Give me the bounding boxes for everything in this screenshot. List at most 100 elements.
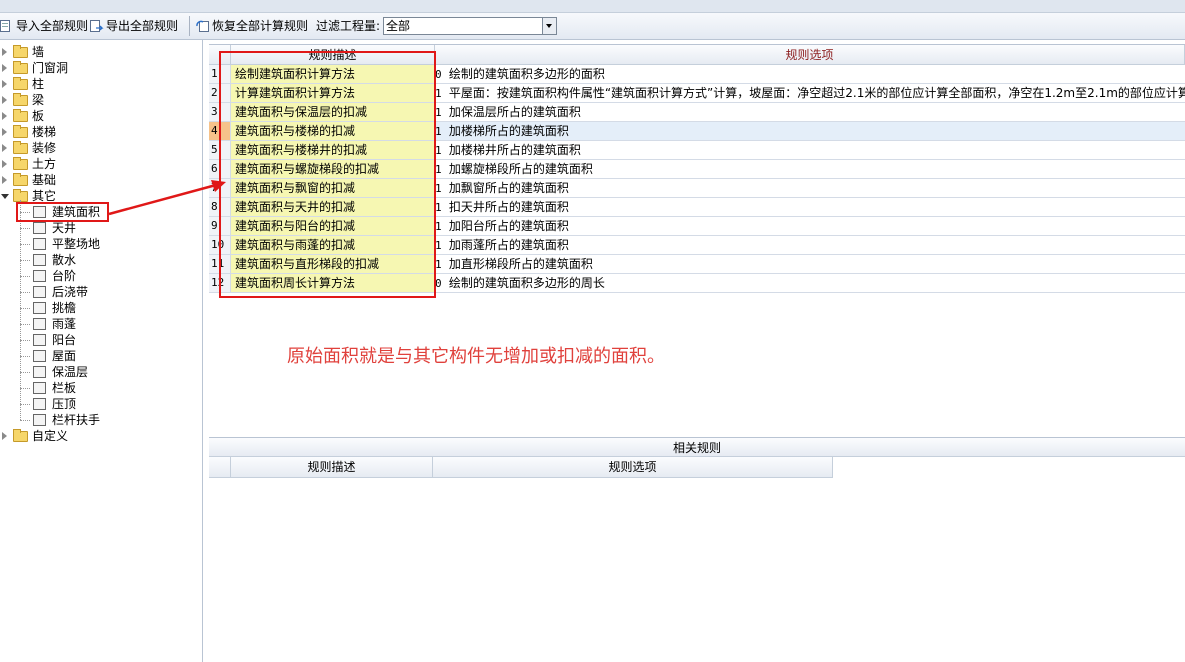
tree-folder[interactable]: 楼梯 — [0, 124, 200, 140]
expand-toggle-icon[interactable] — [1, 128, 9, 136]
rule-description-cell[interactable]: 建筑面积与雨蓬的扣减 — [231, 236, 435, 254]
table-row[interactable]: 1 绘制建筑面积计算方法 0 绘制的建筑面积多边形的面积 — [209, 65, 1185, 84]
table-row[interactable]: 10 建筑面积与雨蓬的扣减 1 加雨蓬所占的建筑面积 — [209, 236, 1185, 255]
rule-description-cell[interactable]: 建筑面积周长计算方法 — [231, 274, 435, 292]
table-row[interactable]: 3 建筑面积与保温层的扣减 1 加保温层所占的建筑面积 — [209, 103, 1185, 122]
rule-option-cell[interactable]: 1 平屋面：按建筑面积构件属性“建筑面积计算方式”计算，坡屋面：净空超过2.1米… — [435, 84, 1185, 102]
tree-guide-line — [20, 340, 30, 341]
tree-folder[interactable]: 板 — [0, 108, 200, 124]
table-row[interactable]: 7 建筑面积与飘窗的扣减 1 加飘窗所占的建筑面积 — [209, 179, 1185, 198]
related-options-header[interactable]: 规则选项 — [433, 457, 833, 478]
tree-node[interactable]: 平整场地 — [0, 236, 200, 252]
rule-description-cell[interactable]: 建筑面积与天井的扣减 — [231, 198, 435, 216]
rule-description-cell[interactable]: 绘制建筑面积计算方法 — [231, 65, 435, 83]
table-row[interactable]: 12 建筑面积周长计算方法 0 绘制的建筑面积多边形的周长 — [209, 274, 1185, 293]
rule-description-cell[interactable]: 建筑面积与保温层的扣减 — [231, 103, 435, 121]
table-row[interactable]: 9 建筑面积与阳台的扣减 1 加阳台所占的建筑面积 — [209, 217, 1185, 236]
row-number: 12 — [209, 274, 231, 292]
tree-node[interactable]: 阳台 — [0, 332, 200, 348]
import-all-rules-button[interactable]: 导入全部规则 — [0, 17, 88, 35]
tree-node[interactable]: 保温层 — [0, 364, 200, 380]
expand-toggle-icon[interactable] — [1, 96, 9, 104]
rule-option-text: 绘制的建筑面积多边形的面积 — [448, 67, 605, 81]
rule-option-cell[interactable]: 1 加飘窗所占的建筑面积 — [435, 179, 1185, 197]
tree-node[interactable]: 压顶 — [0, 396, 200, 412]
tree-folder[interactable]: 装修 — [0, 140, 200, 156]
tree-node[interactable]: 天井 — [0, 220, 200, 236]
tree-folder[interactable]: 门窗洞 — [0, 60, 200, 76]
export-all-rules-button[interactable]: 导出全部规则 — [90, 17, 178, 35]
rule-option-cell[interactable]: 1 加楼梯井所占的建筑面积 — [435, 141, 1185, 159]
rule-option-text: 加楼梯井所占的建筑面积 — [448, 143, 581, 157]
expand-toggle-icon[interactable] — [1, 80, 9, 88]
eave-icon — [33, 302, 46, 314]
tree-node-label: 阳台 — [52, 333, 77, 347]
table-row[interactable]: 4 建筑面积与楼梯的扣减 1 加楼梯所占的建筑面积 — [209, 122, 1185, 141]
rule-description-cell[interactable]: 建筑面积与阳台的扣减 — [231, 217, 435, 235]
related-row-number-header — [209, 457, 231, 478]
rule-option-cell[interactable]: 0 绘制的建筑面积多边形的周长 — [435, 274, 1185, 292]
chevron-down-icon[interactable] — [542, 18, 556, 34]
tree-folder[interactable]: 墙 — [0, 44, 200, 60]
rule-option-cell[interactable]: 0 绘制的建筑面积多边形的面积 — [435, 65, 1185, 83]
expand-toggle-icon[interactable] — [1, 48, 9, 56]
row-number-header — [209, 45, 231, 65]
related-description-header[interactable]: 规则描述 — [231, 457, 433, 478]
tree-node[interactable]: 后浇带 — [0, 284, 200, 300]
expand-toggle-icon[interactable] — [1, 144, 9, 152]
tree-node[interactable]: 散水 — [0, 252, 200, 268]
rule-option-cell[interactable]: 1 加楼梯所占的建筑面积 — [435, 122, 1185, 140]
tree-node[interactable]: 栏杆扶手 — [0, 412, 200, 428]
rule-description-cell[interactable]: 建筑面积与螺旋梯段的扣减 — [231, 160, 435, 178]
expand-toggle-icon[interactable] — [1, 112, 9, 120]
rule-description-cell[interactable]: 建筑面积与飘窗的扣减 — [231, 179, 435, 197]
tree-node-label: 屋面 — [52, 349, 77, 363]
row-number: 1 — [209, 65, 231, 83]
expand-toggle-icon[interactable] — [1, 192, 9, 200]
expand-toggle-icon[interactable] — [1, 64, 9, 72]
tree-node[interactable]: 雨蓬 — [0, 316, 200, 332]
rule-description-cell[interactable]: 建筑面积与楼梯井的扣减 — [231, 141, 435, 159]
table-row[interactable]: 5 建筑面积与楼梯井的扣减 1 加楼梯井所占的建筑面积 — [209, 141, 1185, 160]
rule-option-cell[interactable]: 1 加直形梯段所占的建筑面积 — [435, 255, 1185, 273]
tree-guide-line — [20, 200, 21, 420]
tree-guide-line — [20, 260, 30, 261]
rule-option-cell[interactable]: 1 加螺旋梯段所占的建筑面积 — [435, 160, 1185, 178]
tree-node[interactable]: 建筑面积 — [0, 204, 200, 220]
tree-node[interactable]: 栏板 — [0, 380, 200, 396]
rule-option-cell[interactable]: 1 加保温层所占的建筑面积 — [435, 103, 1185, 121]
tree-node-label: 台阶 — [52, 269, 77, 283]
tree-folder[interactable]: 梁 — [0, 92, 200, 108]
table-row[interactable]: 8 建筑面积与天井的扣减 1 扣天井所占的建筑面积 — [209, 198, 1185, 217]
table-row[interactable]: 11 建筑面积与直形梯段的扣减 1 加直形梯段所占的建筑面积 — [209, 255, 1185, 274]
tree-folder-other[interactable]: 其它 — [0, 188, 200, 204]
table-row[interactable]: 6 建筑面积与螺旋梯段的扣减 1 加螺旋梯段所占的建筑面积 — [209, 160, 1185, 179]
tree-folder[interactable]: 土方 — [0, 156, 200, 172]
filter-quantity-select[interactable]: 全部 — [383, 17, 557, 35]
tree-node[interactable]: 挑檐 — [0, 300, 200, 316]
restore-all-rules-label: 恢复全部计算规则 — [212, 19, 309, 33]
tree-guide-line — [20, 372, 30, 373]
rule-description-cell[interactable]: 建筑面积与楼梯的扣减 — [231, 122, 435, 140]
expand-toggle-icon[interactable] — [1, 160, 9, 168]
tree-node[interactable]: 屋面 — [0, 348, 200, 364]
apron-icon — [33, 254, 46, 266]
rule-description-cell[interactable]: 建筑面积与直形梯段的扣减 — [231, 255, 435, 273]
rule-options-header[interactable]: 规则选项 — [435, 45, 1185, 65]
rule-option-cell[interactable]: 1 加雨蓬所占的建筑面积 — [435, 236, 1185, 254]
tree-node[interactable]: 台阶 — [0, 268, 200, 284]
rule-option-cell[interactable]: 1 加阳台所占的建筑面积 — [435, 217, 1185, 235]
rule-description-header[interactable]: 规则描述 — [231, 45, 435, 65]
expand-toggle-icon[interactable] — [1, 432, 9, 440]
rule-option-cell[interactable]: 1 扣天井所占的建筑面积 — [435, 198, 1185, 216]
expand-toggle-icon[interactable] — [1, 176, 9, 184]
tree-folder[interactable]: 柱 — [0, 76, 200, 92]
rule-option-code: 1 — [435, 182, 442, 195]
tree-folder-custom[interactable]: 自定义 — [0, 428, 200, 444]
restore-all-rules-button[interactable]: 恢复全部计算规则 — [196, 17, 308, 35]
table-row[interactable]: 2 计算建筑面积计算方法 1 平屋面：按建筑面积构件属性“建筑面积计算方式”计算，坡… — [209, 84, 1185, 103]
tree-folder-label: 自定义 — [32, 429, 69, 443]
rule-description-cell[interactable]: 计算建筑面积计算方法 — [231, 84, 435, 102]
tree-folder[interactable]: 基础 — [0, 172, 200, 188]
rule-option-text: 加螺旋梯段所占的建筑面积 — [448, 162, 593, 176]
